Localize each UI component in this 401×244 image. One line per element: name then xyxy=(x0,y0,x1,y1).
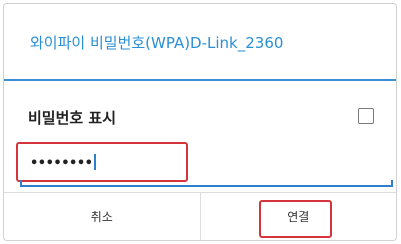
dialog-title: 와이파이 비밀번호(WPA)D-Link_2360 xyxy=(30,34,284,52)
password-value: •••••••• xyxy=(30,156,93,171)
title-divider xyxy=(4,79,396,81)
show-password-label: 비밀번호 표시 xyxy=(28,109,117,127)
password-field[interactable]: •••••••• xyxy=(16,142,396,187)
password-input[interactable]: •••••••• xyxy=(30,154,97,171)
connect-button-label: 연결 xyxy=(287,210,310,224)
password-underline xyxy=(20,180,393,187)
underline-left-tick xyxy=(20,180,22,187)
dialog-button-bar: 취소 연결 xyxy=(4,192,396,240)
underline-right-tick xyxy=(391,180,393,187)
cancel-button-label: 취소 xyxy=(90,210,113,224)
wifi-password-dialog: 와이파이 비밀번호(WPA)D-Link_2360 비밀번호 표시 ••••••… xyxy=(3,3,397,241)
show-password-checkbox[interactable] xyxy=(358,108,374,124)
text-cursor xyxy=(94,154,97,170)
cancel-button[interactable]: 취소 xyxy=(4,193,200,240)
connect-button[interactable]: 연결 xyxy=(199,193,397,240)
